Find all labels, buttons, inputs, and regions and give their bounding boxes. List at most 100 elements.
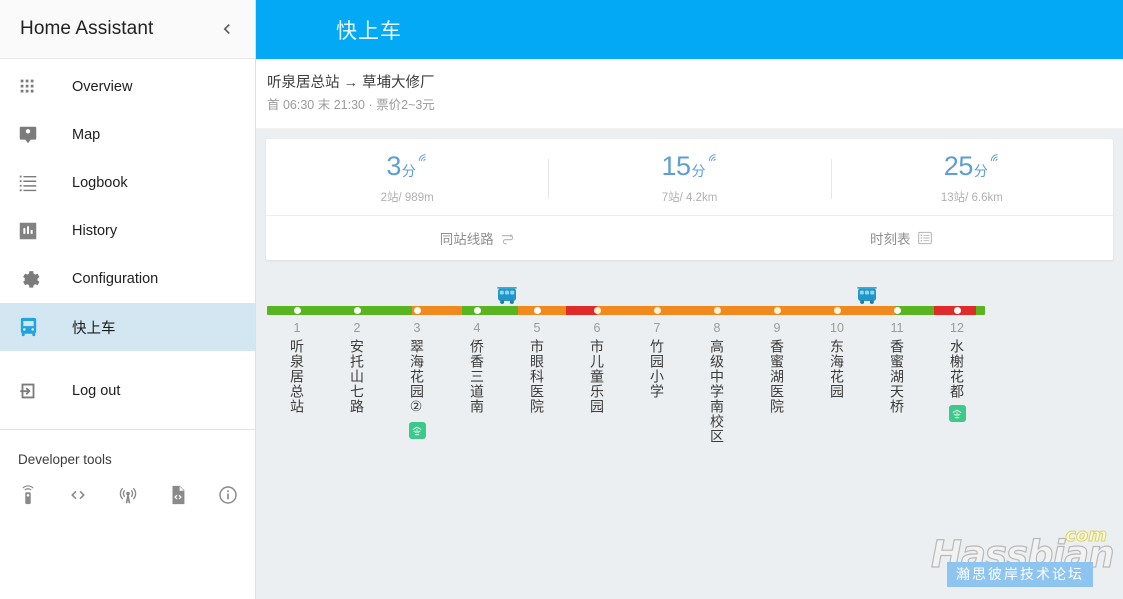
station-name: 香蜜湖医院 (769, 339, 785, 414)
signal-wave-icon (417, 151, 428, 167)
chart-box-icon (12, 215, 44, 247)
sidebar-item-label: Logbook (72, 175, 128, 191)
route-segment (895, 306, 934, 315)
sidebar-item-label: History (72, 223, 118, 239)
sidebar-item-logout[interactable]: Log out (0, 367, 255, 415)
account-badge-icon (12, 119, 44, 151)
station-name: 水榭花都 (949, 339, 965, 399)
stop-dot[interactable] (773, 307, 781, 314)
route-segment (976, 306, 985, 315)
stop-dot[interactable] (953, 307, 961, 314)
sidebar-item-history[interactable]: History (0, 207, 255, 255)
station-item[interactable]: 12 水榭花都 (937, 320, 977, 422)
bus-marker-icon[interactable] (856, 287, 878, 305)
route-segment (517, 306, 566, 315)
information-outline-icon[interactable] (214, 481, 242, 509)
station-item[interactable]: 4 侨香三道南 (457, 320, 497, 414)
eta-cell-2[interactable]: 15 分 7站/ 4.2km (548, 153, 830, 205)
route-header: 听泉居总站 → 草埔大修厂 首 06:30 末 21:30 · 票价2~3元 (256, 59, 1123, 129)
same-station-routes-button[interactable]: 同站线路 (266, 216, 690, 260)
sidebar-header: Home Assistant (0, 0, 255, 59)
station-item[interactable]: 9 香蜜湖医院 (757, 320, 797, 414)
eta-unit: 分 (691, 163, 706, 179)
route-segment (461, 306, 518, 315)
eta-number: 3 (386, 151, 401, 181)
station-number: 8 (713, 321, 721, 335)
metro-icon (948, 405, 966, 422)
route-segment (565, 306, 597, 315)
eta-card: 3 分 2站/ 989m 15 分 7站/ 4.2km 25 分 13站/ 6.… (266, 139, 1113, 260)
app-title: Home Assistant (20, 18, 154, 39)
sidebar-item-overview[interactable]: Overview (0, 63, 255, 111)
stop-dot[interactable] (533, 307, 541, 314)
station-item[interactable]: 8 高级中学南校区 (697, 320, 737, 444)
stop-dot[interactable] (833, 307, 841, 314)
station-item[interactable]: 6 市儿童乐园 (577, 320, 617, 414)
eta-number: 15 (661, 151, 691, 181)
sidebar-item-label: Map (72, 127, 101, 143)
stop-dot[interactable] (893, 307, 901, 314)
station-name: 东海花园 (829, 339, 845, 399)
sidebar-item-configuration[interactable]: Configuration (0, 255, 255, 303)
eta-card-wrapper: 3 分 2站/ 989m 15 分 7站/ 4.2km 25 分 13站/ 6.… (256, 129, 1123, 260)
station-name: 高级中学南校区 (709, 339, 725, 444)
file-code-icon[interactable] (164, 481, 192, 509)
station-name: 市眼科医院 (529, 339, 545, 414)
station-number: 7 (653, 321, 661, 335)
app-bar: 快上车 (256, 0, 1123, 59)
stop-dot[interactable] (713, 307, 721, 314)
page-title: 快上车 (336, 19, 402, 43)
station-number: 5 (533, 321, 541, 335)
card-actions: 同站线路 时刻表 (266, 215, 1113, 260)
sidebar-divider (0, 429, 255, 430)
eta-subtext: 2站/ 989m (380, 192, 434, 204)
stop-dot[interactable] (593, 307, 601, 314)
timetable-button[interactable]: 时刻表 (690, 216, 1114, 260)
station-item[interactable]: 1 听泉居总站 (277, 320, 317, 414)
bus-marker-icon[interactable] (496, 287, 518, 305)
station-item[interactable]: 2 安托山七路 (337, 320, 377, 414)
station-item[interactable]: 10 东海花园 (817, 320, 857, 399)
stop-dot[interactable] (293, 307, 301, 314)
eta-cell-3[interactable]: 25 分 13站/ 6.6km (830, 151, 1113, 205)
format-list-icon (12, 167, 44, 199)
sidebar-item-logbook[interactable]: Logbook (0, 159, 255, 207)
stop-dot[interactable] (413, 307, 421, 314)
station-number: 1 (293, 321, 301, 335)
stop-dot[interactable] (473, 307, 481, 314)
route-progress-bar (267, 306, 985, 315)
eta-row: 3 分 2站/ 989m 15 分 7站/ 4.2km 25 分 13站/ 6.… (266, 139, 1113, 215)
station-item[interactable]: 11 香蜜湖天桥 (877, 320, 917, 414)
station-item[interactable]: 7 竹园小学 (637, 320, 677, 399)
station-name: 市儿童乐园 (589, 339, 605, 414)
route-strip-area: 1 听泉居总站 2 安托山七路 3 翠海花园② 4 侨香三道南 5 市眼科医院 6 市儿童乐园 7 竹园小… (256, 287, 1123, 550)
sidebar-item-kuaishangche[interactable]: 快上车 (0, 303, 255, 351)
signal-wave-icon (989, 151, 1000, 167)
station-name: 侨香三道南 (469, 339, 485, 414)
sidebar-collapse-button[interactable] (211, 13, 243, 45)
sidebar-item-label: Overview (72, 79, 133, 95)
route-name: 听泉居总站 → 草埔大修厂 (267, 75, 435, 91)
station-number: 10 (830, 321, 844, 335)
station-name: 香蜜湖天桥 (889, 339, 905, 414)
stop-dot[interactable] (653, 307, 661, 314)
station-item[interactable]: 5 市眼科医院 (517, 320, 557, 414)
cog-icon (12, 263, 44, 295)
station-item[interactable]: 3 翠海花园② (397, 320, 437, 439)
chevron-left-icon (217, 19, 237, 39)
route-segment (596, 306, 896, 315)
eta-cell-1[interactable]: 3 分 2站/ 989m (266, 153, 548, 205)
developer-tools-row (0, 477, 255, 509)
exit-to-app-icon (12, 375, 44, 407)
code-tags-icon[interactable] (64, 481, 92, 509)
station-name: 安托山七路 (349, 339, 365, 414)
sidebar-item-map[interactable]: Map (0, 111, 255, 159)
app-root: Home Assistant Overview Map Logbook Hist… (0, 0, 1123, 599)
station-number: 4 (473, 321, 481, 335)
remote-icon[interactable] (14, 481, 42, 509)
eta-unit: 分 (401, 163, 416, 179)
stop-dot[interactable] (353, 307, 361, 314)
station-number: 12 (950, 321, 964, 335)
signal-wave-icon (707, 151, 718, 167)
broadcast-icon[interactable] (114, 481, 142, 509)
